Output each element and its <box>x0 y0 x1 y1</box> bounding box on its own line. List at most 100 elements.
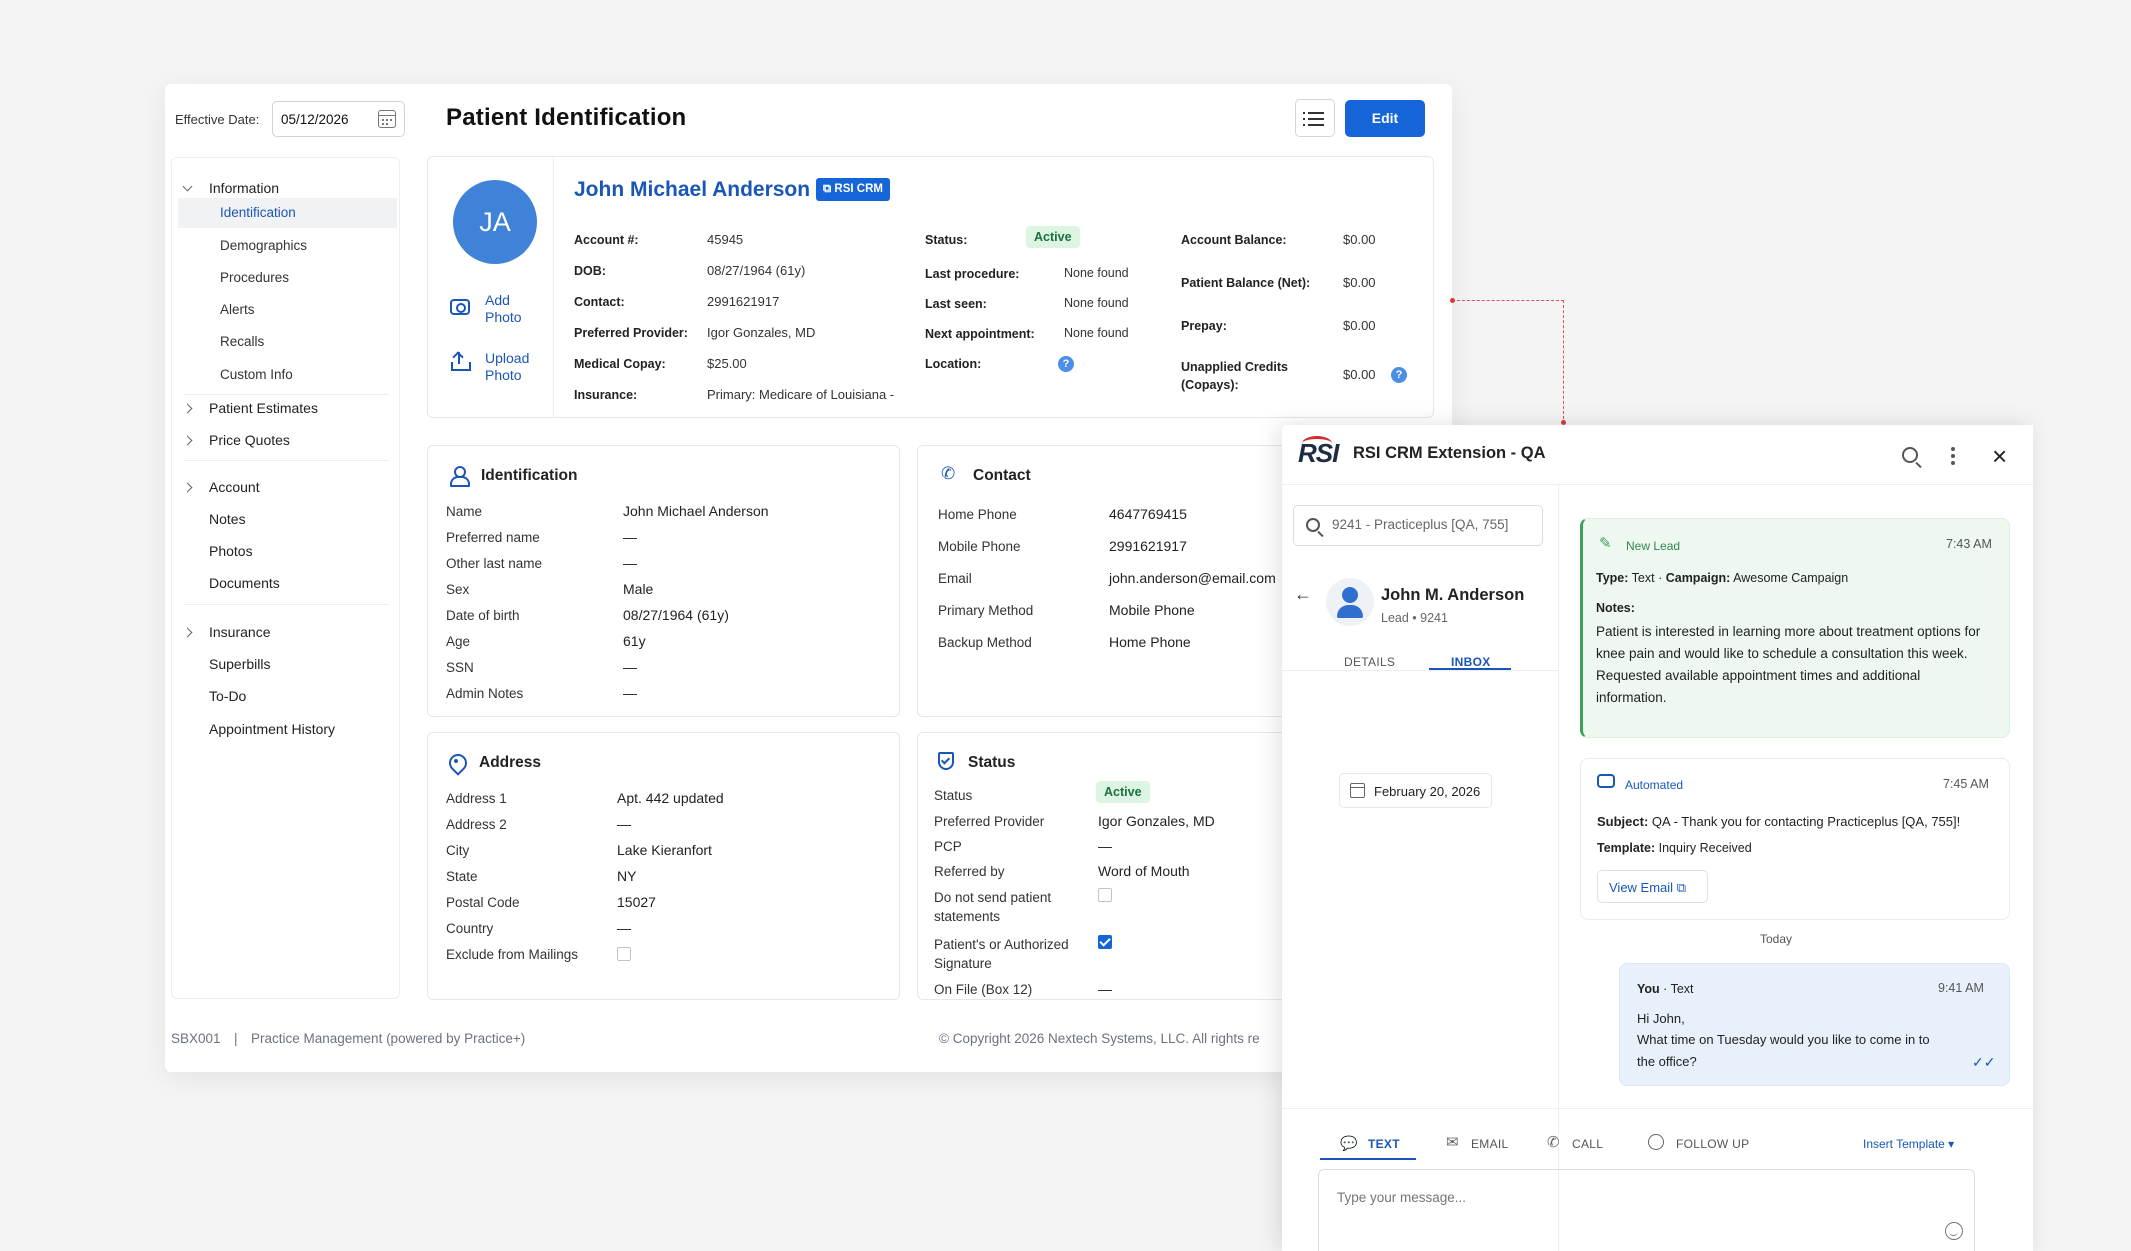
address1-value: Apt. 442 updated <box>617 790 724 806</box>
nav-recalls[interactable]: Recalls <box>220 334 264 349</box>
backup-method-value: Home Phone <box>1109 634 1191 650</box>
date-of-birth-label: Date of birth <box>446 608 520 623</box>
nav-price-quotes[interactable]: Price Quotes <box>209 432 290 448</box>
crm-extension-panel: RSI RSI CRM Extension - QA × ← John M. A… <box>1282 425 2033 1251</box>
footer-copyright: © Copyright 2026 Nextech Systems, LLC. A… <box>939 1031 1260 1046</box>
mobile-phone-value: 2991621917 <box>1109 538 1187 554</box>
nav-superbills[interactable]: Superbills <box>209 656 270 672</box>
dob-value: 08/27/1964 (61y) <box>707 263 806 278</box>
nav-demographics[interactable]: Demographics <box>220 238 307 253</box>
preferred-provider-label: Preferred Provider: <box>574 326 688 340</box>
automated-card: Automated 7:45 AM Subject: QA - Thank yo… <box>1580 758 2010 920</box>
nav-insurance[interactable]: Insurance <box>209 624 270 640</box>
phone-icon: ✆ <box>941 464 956 483</box>
crm-search-box[interactable] <box>1293 505 1543 546</box>
patient-summary-card: JA Add Photo Upload Photo John Michael A… <box>427 156 1434 418</box>
nav-to-do[interactable]: To-Do <box>209 688 246 704</box>
chevron-right-icon[interactable] <box>182 482 193 493</box>
type-value: Text <box>1631 571 1655 585</box>
list-view-button[interactable] <box>1295 99 1335 137</box>
pcp-value: — <box>1098 838 1112 854</box>
compose-tab-email[interactable]: EMAIL <box>1471 1137 1509 1151</box>
help-icon[interactable]: ? <box>1058 356 1074 372</box>
nav-account[interactable]: Account <box>209 479 260 495</box>
back-arrow-icon[interactable]: ← <box>1294 584 1312 605</box>
camera-icon[interactable] <box>450 299 470 315</box>
exclude-mailings-checkbox[interactable] <box>617 947 631 961</box>
chevron-down-icon[interactable] <box>182 181 193 192</box>
compose-tab-text[interactable]: TEXT <box>1368 1137 1400 1151</box>
nav-procedures[interactable]: Procedures <box>220 270 289 285</box>
effective-date-label: Effective Date: <box>175 112 260 127</box>
more-options-icon[interactable] <box>1951 454 1955 458</box>
insurance-value: Primary: Medicare of Louisiana - <box>707 387 895 402</box>
pencil-icon: ✎ <box>1599 535 1612 552</box>
nav-documents[interactable]: Documents <box>209 575 280 591</box>
help-icon[interactable]: ? <box>1391 367 1407 383</box>
account-balance-value: $0.00 <box>1343 232 1376 247</box>
signature-checkbox[interactable] <box>1098 935 1112 949</box>
effective-date-value: 05/12/2026 <box>281 112 349 127</box>
rsi-crm-badge[interactable]: ⧉ RSI CRM <box>816 178 890 201</box>
rsi-logo: RSI <box>1298 436 1339 468</box>
last-procedure-value: None found <box>1064 266 1129 280</box>
upload-icon[interactable] <box>451 351 471 372</box>
address2-value: — <box>617 816 631 832</box>
avatar: JA <box>453 180 537 264</box>
address-title: Address <box>479 754 542 771</box>
calendar-icon[interactable] <box>378 110 396 128</box>
location-pin-icon <box>449 754 463 772</box>
insert-template-dropdown[interactable]: Insert Template ▾ <box>1863 1137 1954 1151</box>
caret-down-icon: ▾ <box>1948 1137 1955 1151</box>
message-time: 9:41 AM <box>1938 981 1984 995</box>
tab-inbox[interactable]: INBOX <box>1451 655 1491 669</box>
close-icon[interactable]: × <box>1992 443 2007 469</box>
country-value: — <box>617 920 631 936</box>
add-photo-link[interactable]: Add Photo <box>485 292 535 326</box>
effective-date-input[interactable]: 05/12/2026 <box>272 101 405 137</box>
nav-notes[interactable]: Notes <box>209 511 246 527</box>
postal-code-label: Postal Code <box>446 895 520 910</box>
home-phone-label: Home Phone <box>938 507 1017 522</box>
upload-photo-link[interactable]: Upload Photo <box>485 350 535 384</box>
nav-alerts[interactable]: Alerts <box>220 302 255 317</box>
account-balance-label: Account Balance: <box>1181 233 1287 247</box>
edit-button[interactable]: Edit <box>1345 100 1425 137</box>
message-input[interactable] <box>1337 1190 1737 1205</box>
address-card: Address Address 1 Apt. 442 updated Addre… <box>427 732 900 1000</box>
backup-method-label: Backup Method <box>938 635 1032 650</box>
nav-appointment-history[interactable]: Appointment History <box>209 721 335 737</box>
new-lead-label: New Lead <box>1626 539 1681 553</box>
message-composer[interactable] <box>1318 1169 1975 1251</box>
search-icon[interactable] <box>1902 447 1918 463</box>
connector-line <box>1452 300 1564 424</box>
prepay-value: $0.00 <box>1343 318 1376 333</box>
nav-patient-estimates[interactable]: Patient Estimates <box>209 400 318 416</box>
nav-identification[interactable]: Identification <box>178 198 397 228</box>
compose-tab-follow-up[interactable]: FOLLOW UP <box>1676 1137 1749 1151</box>
crm-search-input[interactable] <box>1332 517 1532 532</box>
notes-text: Patient is interested in learning more a… <box>1596 624 1981 705</box>
status-field-label: Status <box>934 788 973 803</box>
status-label: Status: <box>925 233 968 247</box>
last-procedure-label: Last procedure: <box>925 267 1020 281</box>
emoji-icon[interactable] <box>1945 1222 1963 1240</box>
dob-label: DOB: <box>574 264 606 278</box>
view-email-button[interactable]: View Email ⧉ <box>1597 870 1708 903</box>
campaign-value: Awesome Campaign <box>1733 571 1849 585</box>
no-statements-checkbox[interactable] <box>1098 888 1112 902</box>
chevron-right-icon[interactable] <box>182 435 193 446</box>
date-chip: February 20, 2026 <box>1339 773 1492 808</box>
today-divider: Today <box>1760 932 1793 946</box>
chevron-right-icon[interactable] <box>182 403 193 414</box>
nav-custom-info[interactable]: Custom Info <box>220 367 293 382</box>
message-channel: Text <box>1670 982 1694 996</box>
nav-photos[interactable]: Photos <box>209 543 253 559</box>
automated-time: 7:45 AM <box>1943 777 1989 791</box>
lead-subtitle: Lead • 9241 <box>1381 611 1448 625</box>
primary-method-value: Mobile Phone <box>1109 602 1195 618</box>
compose-tab-call[interactable]: CALL <box>1572 1137 1603 1151</box>
chevron-right-icon[interactable] <box>182 627 193 638</box>
nav-information[interactable]: Information <box>209 180 279 196</box>
tab-details[interactable]: DETAILS <box>1344 655 1395 669</box>
